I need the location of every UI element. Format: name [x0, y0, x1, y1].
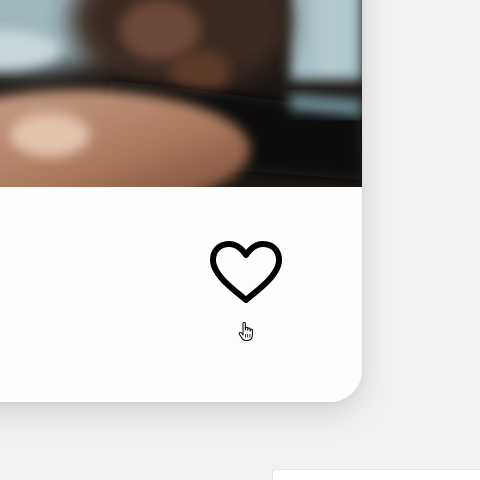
next-card-edge [272, 469, 480, 480]
page-stage [0, 0, 480, 480]
like-button[interactable] [202, 236, 290, 308]
post-card [0, 0, 362, 402]
card-photo [0, 0, 362, 187]
photo-illustration [0, 0, 362, 187]
hand-pointer-cursor-icon [238, 322, 254, 342]
card-body [0, 187, 362, 402]
heart-outline-icon [210, 241, 282, 303]
